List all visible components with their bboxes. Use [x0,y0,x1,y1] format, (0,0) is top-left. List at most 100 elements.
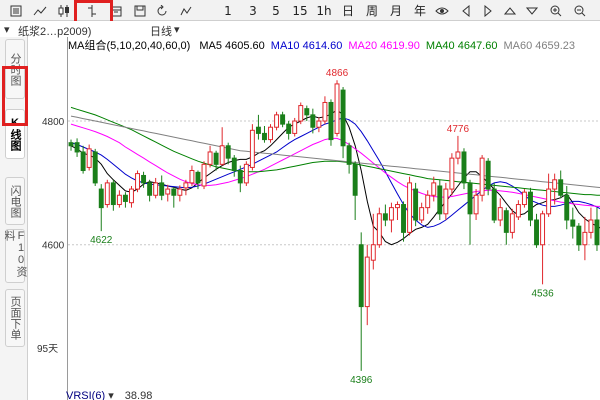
period-3min-button[interactable]: 3 [243,1,263,20]
tab-3[interactable]: F10资料 [3,229,27,283]
eye-icon [435,6,449,16]
candle-body [322,101,328,122]
list-button[interactable] [6,1,26,20]
draw-tool-button[interactable] [176,1,196,20]
candle-body [364,256,370,308]
period-year-button[interactable]: 年 [410,1,430,20]
y-tick-label: 4800 [42,117,65,128]
tab-label: K线图 [9,117,21,151]
candle-body [80,151,86,172]
candle-body [370,244,376,261]
save-button[interactable] [130,1,150,20]
ma-legend-item: MA40 4647.60 [425,40,498,52]
arrow-up-button[interactable] [500,1,520,20]
candle-body [159,182,165,196]
candle-body [388,207,394,221]
tab-4[interactable]: 页面下单 [5,289,25,347]
period-15min-button[interactable]: 15 [290,1,310,20]
candlestick-icon [57,4,71,18]
candle-body [207,151,213,165]
tab-label: 分时图 [9,52,21,86]
vrsi-dropdown-icon[interactable]: ▾ [108,390,114,400]
period-day-button[interactable]: 日 [338,1,358,20]
candle-body [116,194,122,206]
vrsi-value: 38.98 [124,390,153,400]
candle-body [183,182,189,189]
candle-body [485,160,491,190]
candle-body [588,219,594,233]
candle-body [564,194,570,221]
candle-body [558,179,564,196]
candle-body [104,182,110,206]
arrow-right-button[interactable] [478,1,498,20]
candle-body [382,213,388,221]
candle-body [497,207,503,221]
vrsi-label[interactable]: VRSI(6) [66,390,105,400]
candle-body [298,105,304,122]
kline-chart[interactable]: 4800 4600 4866 4776 4622 4396 4536 MA组合(5,10,2… [28,37,600,400]
period-5min-button[interactable]: 5 [266,1,286,20]
candle-body [304,108,310,116]
candle-body [189,170,195,184]
candlestick-button[interactable] [54,1,74,20]
candle-body [255,126,261,134]
period-week-button[interactable]: 周 [362,1,382,20]
dropdown-arrow-icon[interactable]: ▾ [4,23,10,36]
zoom-in-button[interactable] [546,1,566,20]
candle-body [74,142,80,153]
candle-body [503,210,509,233]
candle-body [201,163,207,187]
period-month-button[interactable]: 月 [386,1,406,20]
candle-body [177,188,183,196]
candle-body [358,244,364,308]
candle-body [491,188,497,221]
zoom-out-button[interactable] [570,1,590,20]
arrow-left-button[interactable] [456,1,476,20]
arrow-up-icon [504,5,516,17]
days-label: 95天 [37,344,59,355]
candle-body [195,171,201,184]
arrow-down-button[interactable] [522,1,542,20]
tab-2[interactable]: 闪电图 [5,177,25,225]
candle-body [570,219,576,227]
period-1min-button[interactable]: 1 [218,1,238,20]
tab-0[interactable]: 分时图 [5,39,25,99]
save-icon [134,5,146,17]
candle-body [286,123,292,134]
candle-body [129,188,134,204]
candle-body [92,151,98,184]
price-annotation: 4622 [90,235,113,246]
period-dropdown-icon[interactable]: ▾ [174,23,180,36]
toolbar: 1 3 5 15 1h 日周月年 [0,0,600,21]
candle-body [231,157,237,172]
ma-legend-item: MA5 4605.60 [199,40,265,52]
bar-ohlc-button[interactable] [82,1,102,20]
candle-body [576,225,582,246]
bar-ohlc-icon [86,4,98,18]
line-chart-button[interactable] [30,1,50,20]
ma-legend-title: MA组合(5,10,20,40,60,0) [68,40,191,52]
calendar-button[interactable] [106,1,126,20]
candle-body [346,145,352,165]
left-tab-bar: 分时图 K线图闪电图 F10资料页面下单 [0,37,28,400]
candle-body [479,157,485,196]
period-1h-button[interactable]: 1h [314,1,334,20]
candle-body [467,182,473,215]
candle-body [515,204,521,218]
eye-button[interactable] [432,1,452,20]
refresh-button[interactable] [152,1,172,20]
y-tick-label: 4600 [42,241,65,252]
ma-legend-item: MA10 4614.60 [270,40,343,52]
price-annotation: 4776 [447,124,470,135]
candle-body [310,114,316,128]
arrow-left-icon [460,4,472,17]
candle-body [225,145,231,159]
candle-body [262,132,267,141]
candle-body [407,182,413,233]
ma-legend: MA组合(5,10,20,40,60,0) MA5 4605.60 MA10 46… [68,37,581,52]
candle-body [110,182,116,206]
candle-body [219,145,225,165]
candle-body [437,185,443,215]
tab-1[interactable]: K线图 [5,109,25,159]
line-chart-icon [33,5,47,17]
